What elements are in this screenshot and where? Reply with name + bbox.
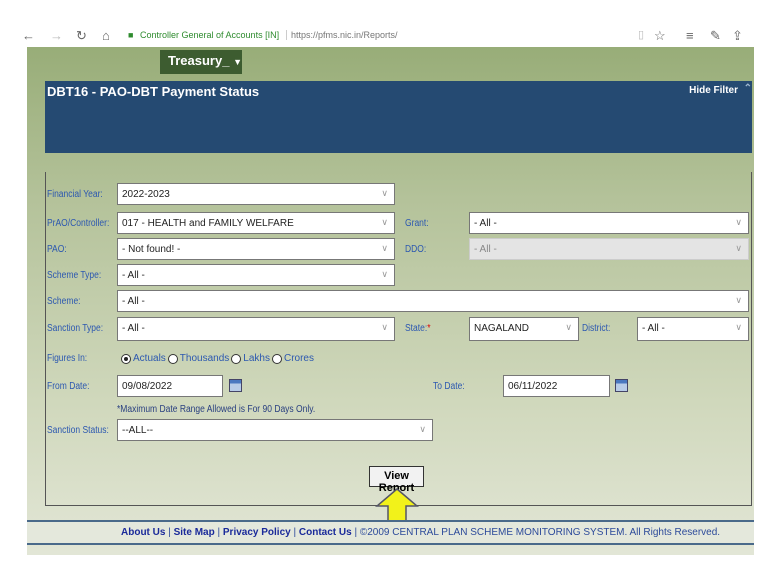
- address-bar[interactable]: https://pfms.nic.in/Reports/: [286, 30, 398, 40]
- financial-year-select[interactable]: 2022-2023 ∨: [117, 183, 395, 205]
- figures-in-radio-group: Actuals Thousands Lakhs Crores: [121, 353, 314, 364]
- ddo-select: - All - ∨: [469, 238, 749, 260]
- required-marker: *: [427, 323, 431, 334]
- view-report-button[interactable]: View Report: [369, 466, 424, 494]
- to-date-input[interactable]: 06/11/2022: [503, 375, 610, 397]
- about-us-link[interactable]: About Us: [121, 527, 165, 538]
- chevron-down-icon: ∨: [735, 322, 742, 332]
- chevron-down-icon: ∨: [381, 243, 388, 253]
- hide-filter-link[interactable]: Hide Filter: [689, 85, 738, 96]
- radio-label: Thousands: [179, 353, 230, 364]
- copyright: ©2009 CENTRAL PLAN SCHEME MONITORING SYS…: [359, 527, 721, 538]
- chevron-down-icon: ∨: [735, 243, 742, 253]
- sanction-type-select[interactable]: - All - ∨: [117, 317, 395, 341]
- from-date-input[interactable]: 09/08/2022: [117, 375, 223, 397]
- reading-view-icon[interactable]: ▯: [638, 28, 644, 41]
- home-icon[interactable]: ⌂: [102, 28, 110, 43]
- chevron-down-icon: ∨: [381, 322, 388, 332]
- grant-value: - All -: [474, 218, 497, 229]
- page-title: DBT16 - PAO-DBT Payment Status: [47, 84, 260, 99]
- favorite-star-icon[interactable]: ☆: [654, 28, 666, 44]
- scheme-select[interactable]: - All - ∨: [117, 290, 749, 312]
- footer: About Us | Site Map | Privacy Policy | C…: [27, 520, 754, 545]
- controller-value: 017 - HEALTH and FAMILY WELFARE: [122, 218, 294, 229]
- chevron-down-icon: ∨: [565, 322, 572, 332]
- lock-icon: ■: [128, 30, 134, 40]
- scheme-type-select[interactable]: - All - ∨: [117, 264, 395, 286]
- chevron-down-icon: ∨: [735, 295, 742, 305]
- treasury-menu[interactable]: Treasury_ ▼: [160, 50, 242, 74]
- arrow-up-icon: [375, 488, 419, 524]
- treasury-label: Treasury_: [168, 53, 230, 68]
- radio-thousands[interactable]: [167, 353, 178, 364]
- radio-crores[interactable]: [271, 353, 282, 364]
- pao-select[interactable]: - Not found! - ∨: [117, 238, 395, 260]
- figures-in-label: Figures In:: [47, 353, 88, 364]
- calendar-icon[interactable]: [229, 379, 242, 392]
- financial-year-value: 2022-2023: [122, 189, 170, 200]
- chevron-down-icon: ∨: [735, 217, 742, 227]
- grant-select[interactable]: - All - ∨: [469, 212, 749, 234]
- scheme-type-value: - All -: [122, 270, 145, 281]
- district-value: - All -: [642, 323, 665, 334]
- sanction-status-value: --ALL--: [122, 425, 154, 436]
- controller-select[interactable]: 017 - HEALTH and FAMILY WELFARE ∨: [117, 212, 395, 234]
- controller-label: PrAO/Controller:: [47, 218, 110, 229]
- to-date-label: To Date:: [433, 381, 465, 392]
- district-select[interactable]: - All - ∨: [637, 317, 749, 341]
- back-icon[interactable]: ←: [22, 28, 35, 43]
- site-map-link[interactable]: Site Map: [174, 527, 215, 538]
- state-select[interactable]: NAGALAND ∨: [469, 317, 579, 341]
- forward-icon[interactable]: →: [50, 28, 63, 43]
- calendar-icon[interactable]: [615, 379, 628, 392]
- scheme-value: - All -: [122, 296, 145, 307]
- state-value: NAGALAND: [474, 323, 530, 334]
- refresh-icon[interactable]: ↻: [76, 28, 87, 44]
- scheme-type-label: Scheme Type:: [47, 270, 102, 281]
- radio-label: Crores: [283, 353, 314, 364]
- district-label: District:: [582, 323, 611, 334]
- sanction-status-label: Sanction Status:: [47, 425, 109, 436]
- scheme-label: Scheme:: [47, 296, 81, 307]
- chevron-down-icon: ∨: [381, 217, 388, 227]
- collapse-icon[interactable]: ⌃: [744, 83, 752, 94]
- state-label-text: State:: [405, 323, 428, 334]
- browser-toolbar: ← → ↻ ⌂ ■ Controller General of Accounts…: [22, 25, 757, 47]
- radio-lakhs[interactable]: [231, 353, 242, 364]
- from-date-value: 09/08/2022: [122, 381, 173, 392]
- contact-us-link[interactable]: Contact Us: [299, 527, 352, 538]
- privacy-policy-link[interactable]: Privacy Policy: [223, 527, 291, 538]
- sanction-type-value: - All -: [122, 323, 145, 334]
- pao-value: - Not found! -: [122, 244, 181, 255]
- pao-label: PAO:: [47, 244, 67, 255]
- ddo-value: - All -: [474, 244, 497, 255]
- pen-icon[interactable]: ✎: [710, 28, 721, 44]
- financial-year-label: Financial Year:: [47, 189, 103, 200]
- to-date-value: 06/11/2022: [508, 381, 558, 392]
- from-date-label: From Date:: [47, 381, 90, 392]
- sanction-status-select[interactable]: --ALL-- ∨: [117, 419, 433, 441]
- report-header: DBT16 - PAO-DBT Payment Status Hide Filt…: [45, 81, 752, 153]
- chevron-down-icon: ∨: [419, 424, 426, 434]
- favorites-list-icon[interactable]: ≡: [686, 28, 694, 43]
- chevron-down-icon: ∨: [381, 269, 388, 279]
- date-range-note: *Maximum Date Range Allowed is For 90 Da…: [117, 404, 316, 415]
- grant-label: Grant:: [405, 218, 429, 229]
- radio-actuals[interactable]: [121, 353, 131, 364]
- share-icon[interactable]: ⇪: [732, 28, 743, 44]
- ddo-label: DDO:: [405, 244, 427, 255]
- chevron-down-icon: ∨: [381, 188, 388, 198]
- radio-label: Lakhs: [243, 353, 270, 364]
- site-identity[interactable]: Controller General of Accounts [IN]: [140, 30, 279, 40]
- dropdown-icon: ▼: [233, 57, 242, 67]
- state-label: State:*: [405, 323, 431, 334]
- radio-label: Actuals: [133, 353, 166, 364]
- sanction-type-label: Sanction Type:: [47, 323, 104, 334]
